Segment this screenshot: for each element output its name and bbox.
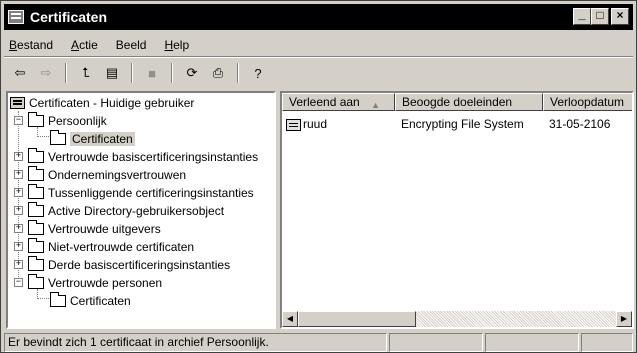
- tree-item-enterprise-trust[interactable]: Ondernemingsvertrouwen: [28, 166, 186, 184]
- show-hide-tree-icon[interactable]: ▤: [101, 63, 123, 83]
- back-arrow-icon[interactable]: ⇦: [9, 63, 31, 83]
- tree-item-active-directory[interactable]: Active Directory-gebruikersobject: [28, 202, 224, 220]
- tree-item-trusted-root[interactable]: Vertrouwde basiscertificeringsinstanties: [28, 148, 258, 166]
- expand-toggle[interactable]: +: [14, 242, 23, 251]
- toolbar: ⇦ ⇨ ⮤ ▤ ■ ⟳ ⎙ ?: [9, 61, 269, 85]
- folder-icon: [28, 148, 44, 163]
- scroll-right-button[interactable]: ▶: [616, 311, 632, 327]
- certificate-list[interactable]: Verleend aan ▲ Beoogde doeleinden Verloo…: [280, 91, 634, 329]
- horizontal-scrollbar[interactable]: ◀ ▶: [282, 311, 632, 327]
- menu-help[interactable]: Help: [164, 38, 189, 52]
- up-folder-icon[interactable]: ⮤: [75, 63, 97, 83]
- toolbar-separator: [131, 63, 133, 83]
- tree-item-root[interactable]: Certificaten - Huidige gebruiker: [10, 94, 194, 112]
- cell-issued-to: ruud: [282, 117, 395, 131]
- minimize-button[interactable]: _: [573, 8, 591, 25]
- column-header-expiry[interactable]: Verloopdatum: [543, 93, 632, 111]
- tree-item-trusted-publishers[interactable]: Vertrouwde uitgevers: [28, 220, 161, 238]
- menu-bestand[interactable]: Bestand: [9, 38, 53, 52]
- expand-toggle[interactable]: +: [14, 170, 23, 179]
- expand-toggle[interactable]: +: [14, 188, 23, 197]
- cell-purpose: Encrypting File System: [401, 117, 524, 131]
- window-controls: _ □ ×: [573, 8, 629, 25]
- tree-item-trusted-people-certificaten[interactable]: Certificaten: [50, 292, 131, 310]
- folder-icon: [28, 184, 44, 199]
- menu-bar: Bestand Actie Beeld Help: [9, 35, 189, 55]
- close-button[interactable]: ×: [611, 8, 629, 25]
- certificates-snapin-icon: [10, 97, 25, 109]
- title-bar: Certificaten _ □ ×: [4, 4, 633, 30]
- toolbar-separator: [237, 63, 239, 83]
- status-text: Er bevindt zich 1 certificaat in archief…: [4, 333, 387, 352]
- folder-icon: [28, 202, 44, 217]
- column-header-issued-to[interactable]: Verleend aan ▲: [282, 93, 395, 111]
- status-panel: [485, 333, 579, 352]
- tree-item-third-party-root[interactable]: Derde basiscertificeringsinstanties: [28, 256, 230, 274]
- status-panel: [581, 333, 633, 352]
- folder-icon: [28, 238, 44, 253]
- tree-item-intermediate[interactable]: Tussenliggende certificeringsinstanties: [28, 184, 254, 202]
- menu-separator: [4, 56, 633, 58]
- expand-toggle[interactable]: +: [14, 260, 23, 269]
- column-header-purpose[interactable]: Beoogde doeleinden: [395, 93, 543, 111]
- tree-item-persoonlijk[interactable]: Persoonlijk: [28, 112, 107, 130]
- maximize-button[interactable]: □: [591, 8, 609, 25]
- folder-icon: [28, 166, 44, 181]
- scroll-left-button[interactable]: ◀: [282, 311, 298, 327]
- tree-item-trusted-people[interactable]: Vertrouwde personen: [28, 274, 162, 292]
- export-list-icon[interactable]: ⎙: [207, 63, 229, 83]
- status-panel: [389, 333, 483, 352]
- delete-icon[interactable]: ■: [141, 63, 163, 83]
- collapse-toggle[interactable]: −: [14, 278, 23, 287]
- menu-beeld[interactable]: Beeld: [116, 38, 147, 52]
- certificate-icon: [286, 118, 301, 131]
- folder-icon: [28, 220, 44, 235]
- tree-connector: [37, 298, 49, 299]
- open-folder-icon: [50, 130, 66, 145]
- console-tree[interactable]: Certificaten - Huidige gebruiker − Perso…: [6, 91, 276, 329]
- tree-connector: [37, 136, 49, 137]
- refresh-icon[interactable]: ⟳: [181, 63, 203, 83]
- folder-icon: [28, 274, 44, 289]
- toolbar-separator: [171, 63, 173, 83]
- forward-arrow-icon[interactable]: ⇨: [35, 63, 57, 83]
- menu-actie[interactable]: Actie: [71, 38, 98, 52]
- help-icon[interactable]: ?: [247, 63, 269, 83]
- expand-toggle[interactable]: +: [14, 224, 23, 233]
- collapse-toggle[interactable]: −: [14, 116, 23, 125]
- folder-icon: [28, 112, 44, 127]
- cell-expiry: 31-05-2106: [549, 117, 611, 131]
- sort-ascending-icon: ▲: [371, 100, 380, 110]
- tree-item-persoonlijk-certificaten[interactable]: Certificaten: [50, 130, 135, 148]
- folder-icon: [50, 292, 66, 307]
- scrollbar-thumb[interactable]: [298, 311, 416, 327]
- status-bar: Er bevindt zich 1 certificaat in archief…: [4, 333, 633, 352]
- folder-icon: [28, 256, 44, 271]
- certificates-window: Certificaten _ □ × Bestand Actie Beeld H…: [0, 0, 637, 353]
- expand-toggle[interactable]: +: [14, 152, 23, 161]
- table-row[interactable]: ruud Encrypting File System 31-05-2106: [282, 115, 632, 133]
- mmc-console-icon[interactable]: [8, 10, 24, 24]
- expand-toggle[interactable]: +: [14, 206, 23, 215]
- tree-item-untrusted[interactable]: Niet-vertrouwde certificaten: [28, 238, 194, 256]
- window-title: Certificaten: [30, 9, 108, 25]
- list-header: Verleend aan ▲ Beoogde doeleinden Verloo…: [282, 93, 632, 111]
- toolbar-separator: [65, 63, 67, 83]
